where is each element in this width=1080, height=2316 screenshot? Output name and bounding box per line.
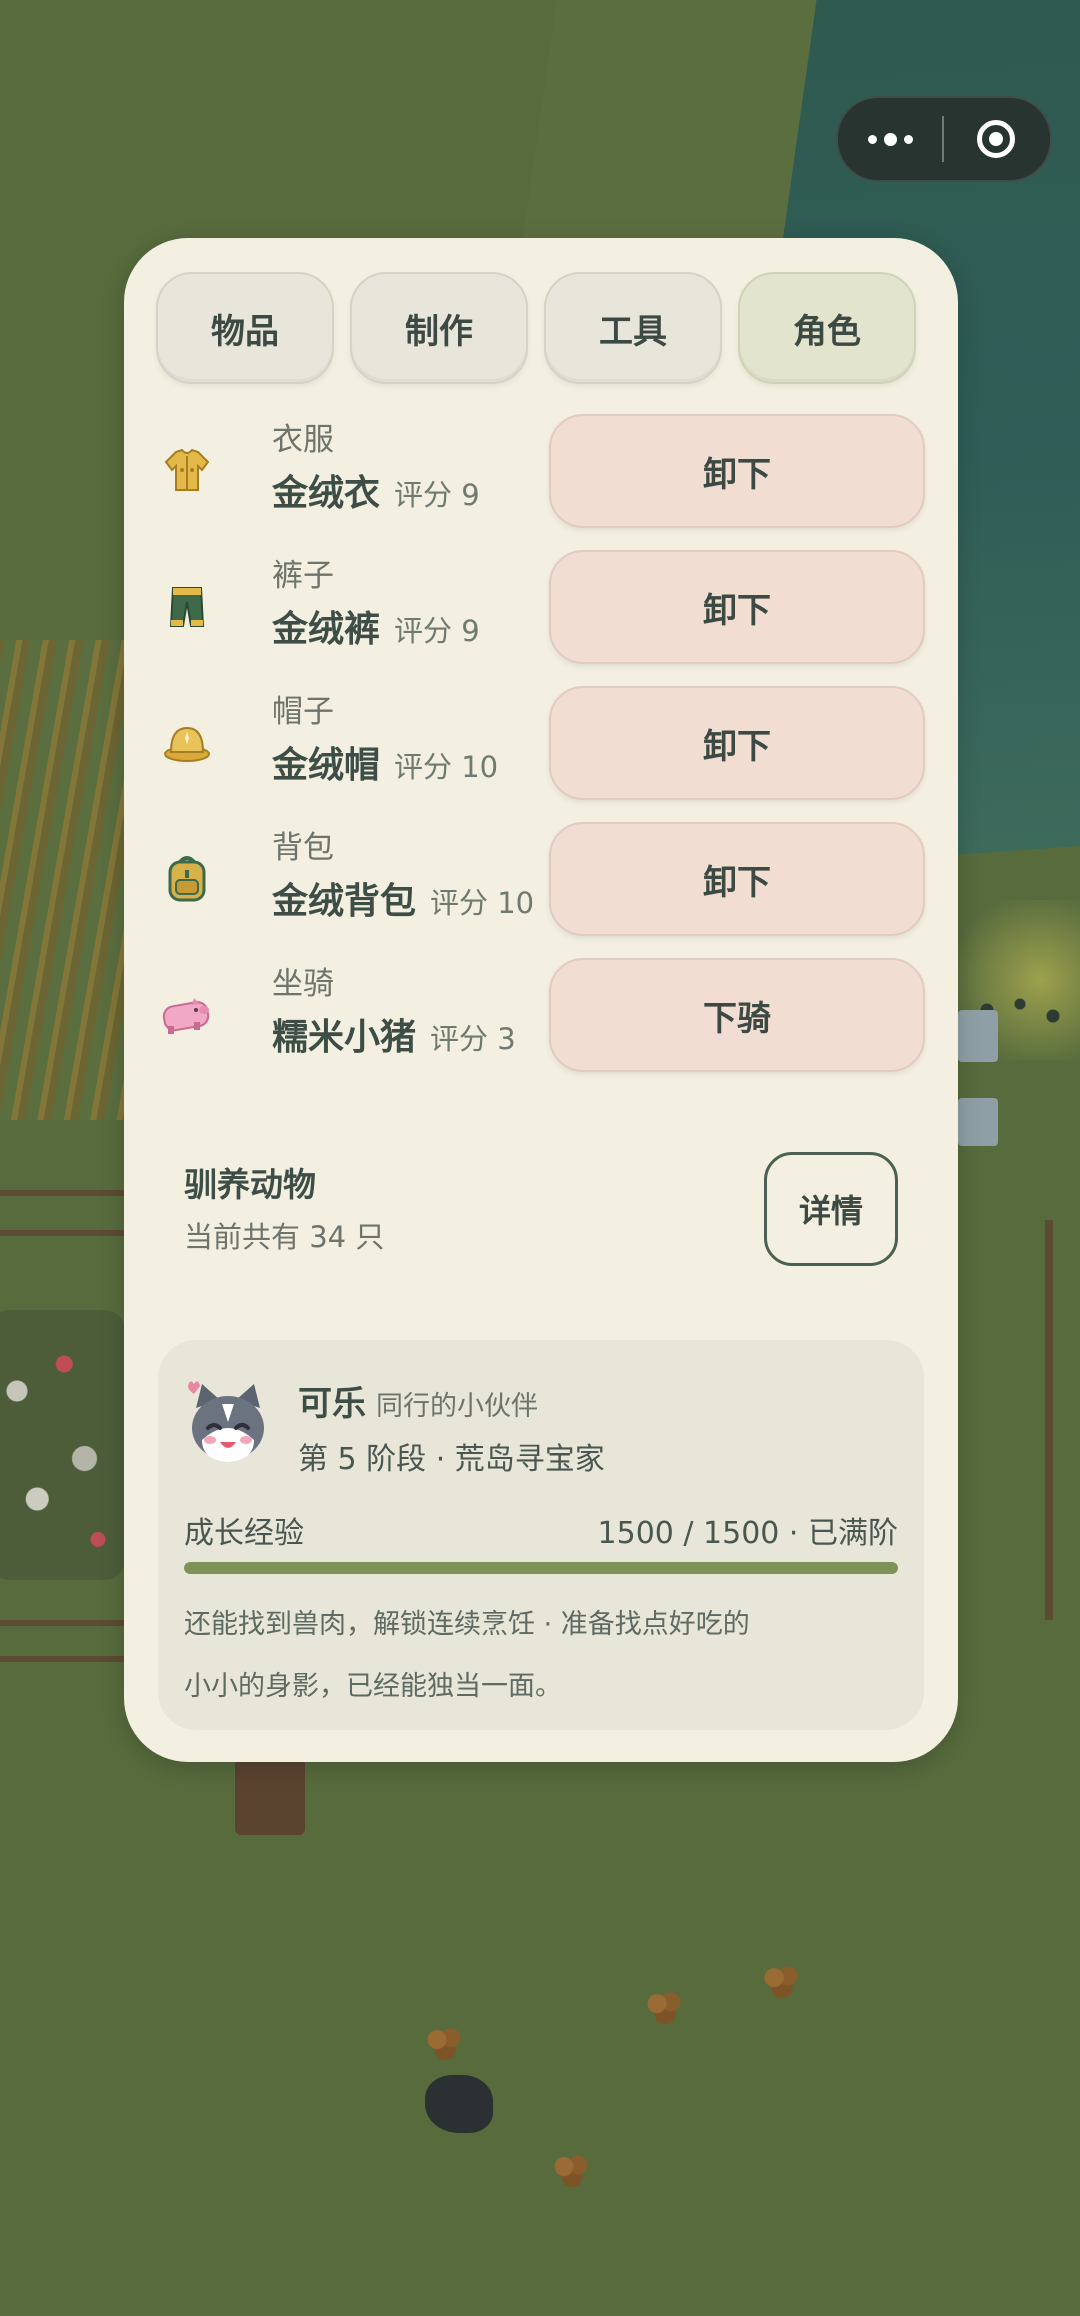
dismount-button[interactable]: 下骑 bbox=[549, 958, 925, 1072]
pet-companion-card: 可乐 同行的小伙伴 第 5 阶段 · 荒岛寻宝家 成长经验 1500 / 1500… bbox=[158, 1340, 924, 1730]
tamed-animals-title: 驯养动物 bbox=[184, 1165, 316, 1204]
animal-herd bbox=[0, 1310, 125, 1580]
cat-avatar-icon bbox=[182, 1378, 274, 1470]
equipment-row-backpack: 背包 金绒背包 评分 10 卸下 bbox=[160, 822, 940, 936]
unequip-pants-button[interactable]: 卸下 bbox=[549, 550, 925, 664]
pet-name-row: 可乐 同行的小伙伴 bbox=[298, 1376, 538, 1425]
item-score: 评分 9 bbox=[394, 478, 480, 512]
berry-bush bbox=[425, 2026, 465, 2060]
item-score: 评分 10 bbox=[430, 886, 535, 920]
equipment-row-hat: 帽子 金绒帽 评分 10 卸下 bbox=[160, 686, 940, 800]
details-button[interactable]: 详情 bbox=[764, 1152, 898, 1266]
item-name-text: 糯米小猪 bbox=[272, 1017, 417, 1058]
item-name-text: 金绒背包 bbox=[272, 881, 417, 922]
pet-description-line-2: 小小的身影，已经能独当一面。 bbox=[184, 1671, 562, 1702]
slot-label: 背包 bbox=[272, 830, 334, 866]
growth-progress-bar bbox=[184, 1562, 898, 1574]
pet-description-line-1: 还能找到兽肉，解锁连续烹饪 · 准备找点好吃的 bbox=[184, 1609, 750, 1640]
dark-rock bbox=[425, 2075, 493, 2133]
berry-bush bbox=[762, 1964, 802, 1998]
tab-character[interactable]: 角色 bbox=[738, 272, 916, 384]
tab-crafting[interactable]: 制作 bbox=[350, 272, 528, 384]
pet-subtitle: 同行的小伙伴 bbox=[376, 1391, 538, 1422]
slot-label: 坐骑 bbox=[272, 966, 334, 1002]
item-name-text: 金绒帽 bbox=[272, 745, 381, 786]
hat-icon bbox=[160, 716, 214, 770]
tab-items[interactable]: 物品 bbox=[156, 272, 334, 384]
slot-label: 衣服 bbox=[272, 422, 334, 458]
more-menu-button[interactable] bbox=[838, 98, 942, 180]
growth-exp-label: 成长经验 bbox=[184, 1516, 304, 1551]
item-score: 评分 10 bbox=[394, 750, 499, 784]
character-panel: 物品 制作 工具 角色 衣服 金绒衣 评分 9 卸下 裤子 金绒裤 评分 9 卸… bbox=[124, 238, 958, 1762]
more-dots-icon bbox=[883, 132, 897, 146]
item-name-text: 金绒衣 bbox=[272, 473, 381, 514]
item-name: 金绒帽 评分 10 bbox=[272, 736, 498, 788]
item-name: 金绒背包 评分 10 bbox=[272, 872, 534, 924]
item-score: 评分 3 bbox=[430, 1022, 516, 1056]
wheat-field bbox=[0, 640, 130, 1120]
growth-progress-fill bbox=[184, 1562, 898, 1574]
item-name: 金绒裤 评分 9 bbox=[272, 600, 480, 652]
fence-left-lower bbox=[0, 1620, 125, 1662]
stone-block bbox=[958, 1010, 998, 1062]
growth-exp-value: 1500 / 1500 · 已满阶 bbox=[597, 1516, 898, 1551]
shirt-icon bbox=[160, 444, 214, 498]
close-button[interactable] bbox=[944, 98, 1048, 180]
more-dots-icon bbox=[867, 134, 877, 144]
tamed-animals-count: 当前共有 34 只 bbox=[184, 1220, 385, 1254]
berry-bush bbox=[552, 2153, 592, 2187]
pig-icon bbox=[160, 988, 214, 1042]
equipment-row-clothes: 衣服 金绒衣 评分 9 卸下 bbox=[160, 414, 940, 528]
equipment-row-mount: 坐骑 糯米小猪 评分 3 下骑 bbox=[160, 958, 940, 1072]
item-name-text: 金绒裤 bbox=[272, 609, 381, 650]
unequip-backpack-button[interactable]: 卸下 bbox=[549, 822, 925, 936]
berry-bush bbox=[645, 1990, 685, 2024]
item-name: 金绒衣 评分 9 bbox=[272, 464, 480, 516]
fence-left bbox=[0, 1190, 125, 1236]
item-score: 评分 9 bbox=[394, 614, 480, 648]
slot-label: 裤子 bbox=[272, 558, 334, 594]
panel-tabs: 物品 制作 工具 角色 bbox=[156, 272, 916, 384]
target-close-icon bbox=[977, 120, 1015, 158]
tamed-animals-section: 驯养动物 当前共有 34 只 详情 bbox=[184, 1152, 904, 1278]
pants-icon bbox=[160, 580, 214, 634]
tree-stump bbox=[235, 1755, 305, 1835]
fence-right bbox=[955, 1220, 1053, 1620]
slot-label: 帽子 bbox=[272, 694, 334, 730]
pet-name: 可乐 bbox=[298, 1384, 366, 1424]
stone-block bbox=[958, 1098, 998, 1146]
more-dots-icon bbox=[903, 134, 913, 144]
unequip-hat-button[interactable]: 卸下 bbox=[549, 686, 925, 800]
equipment-row-pants: 裤子 金绒裤 评分 9 卸下 bbox=[160, 550, 940, 664]
tab-tools[interactable]: 工具 bbox=[544, 272, 722, 384]
pet-stage: 第 5 阶段 · 荒岛寻宝家 bbox=[298, 1442, 605, 1477]
backpack-icon bbox=[160, 852, 214, 906]
unequip-clothes-button[interactable]: 卸下 bbox=[549, 414, 925, 528]
item-name: 糯米小猪 评分 3 bbox=[272, 1008, 516, 1060]
mini-program-capsule bbox=[836, 96, 1052, 182]
